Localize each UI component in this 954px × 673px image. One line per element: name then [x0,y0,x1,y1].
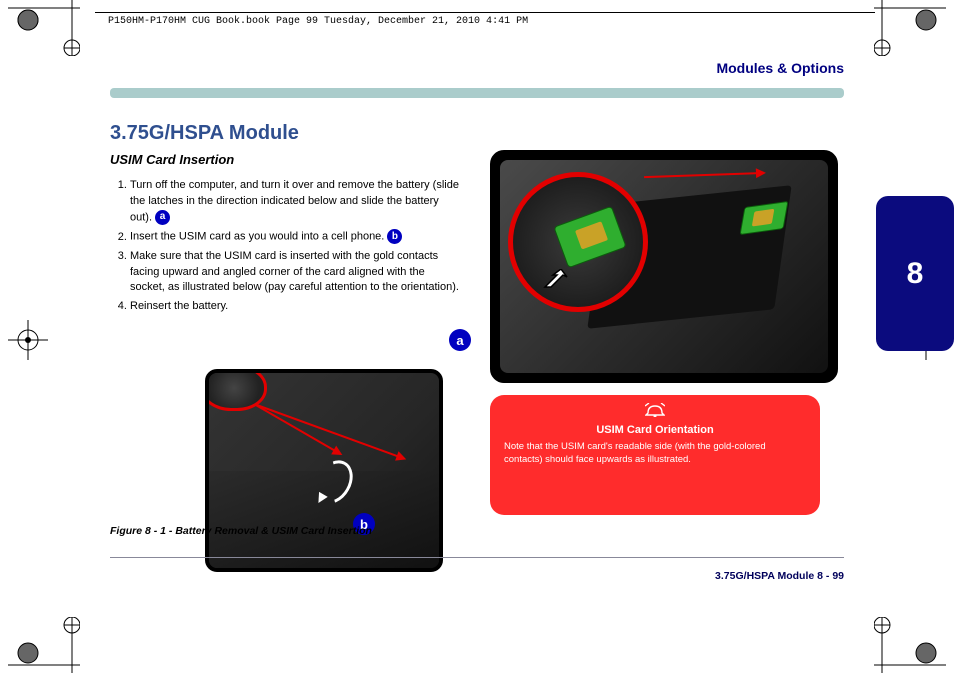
instruction-list: Turn off the computer, and turn it over … [110,178,460,318]
registration-mark [874,617,946,673]
figure-battery-removal [205,369,443,572]
bell-icon [504,403,806,421]
insert-arrow-icon [543,269,571,289]
step-1: Turn off the computer, and turn it over … [130,178,460,226]
step-marker-a: a [449,329,471,351]
sim-icon [553,206,626,269]
zoom-circle-icon [508,172,648,312]
header-bar [110,88,844,98]
meta-divider [95,12,875,13]
page-footer: 3.75G/HSPA Module 8 - 99 [715,570,844,582]
registration-mark [874,0,946,56]
caution-box: USIM Card Orientation Note that the USIM… [490,395,820,515]
figure-caption: Figure 8 - 1 - Battery Removal & USIM Ca… [110,525,810,537]
meta-text: P150HM-P170HM CUG Book.book Page 99 Tues… [108,16,528,27]
registration-mark [8,320,48,360]
step-2: Insert the USIM card as you would into a… [130,229,460,245]
section-subtitle: USIM Card Insertion [110,152,234,167]
step-4: Reinsert the battery. [130,299,460,315]
caution-body: Note that the USIM card's readable side … [504,441,806,466]
chapter-side-tab: 8 [876,196,954,351]
zoom-circle-icon [205,369,267,411]
chapter-label: Modules & Options [716,60,844,76]
registration-mark [8,617,80,673]
footer-rule [110,557,844,558]
step-3: Make sure that the USIM card is inserted… [130,249,460,297]
registration-mark [8,0,80,56]
section-title: 3.75G/HSPA Module [110,122,299,145]
caution-title: USIM Card Orientation [504,423,806,437]
step-ref-b-icon: b [387,229,402,244]
step-ref-a-icon: a [155,210,170,225]
figure-usim-insert [490,150,838,383]
